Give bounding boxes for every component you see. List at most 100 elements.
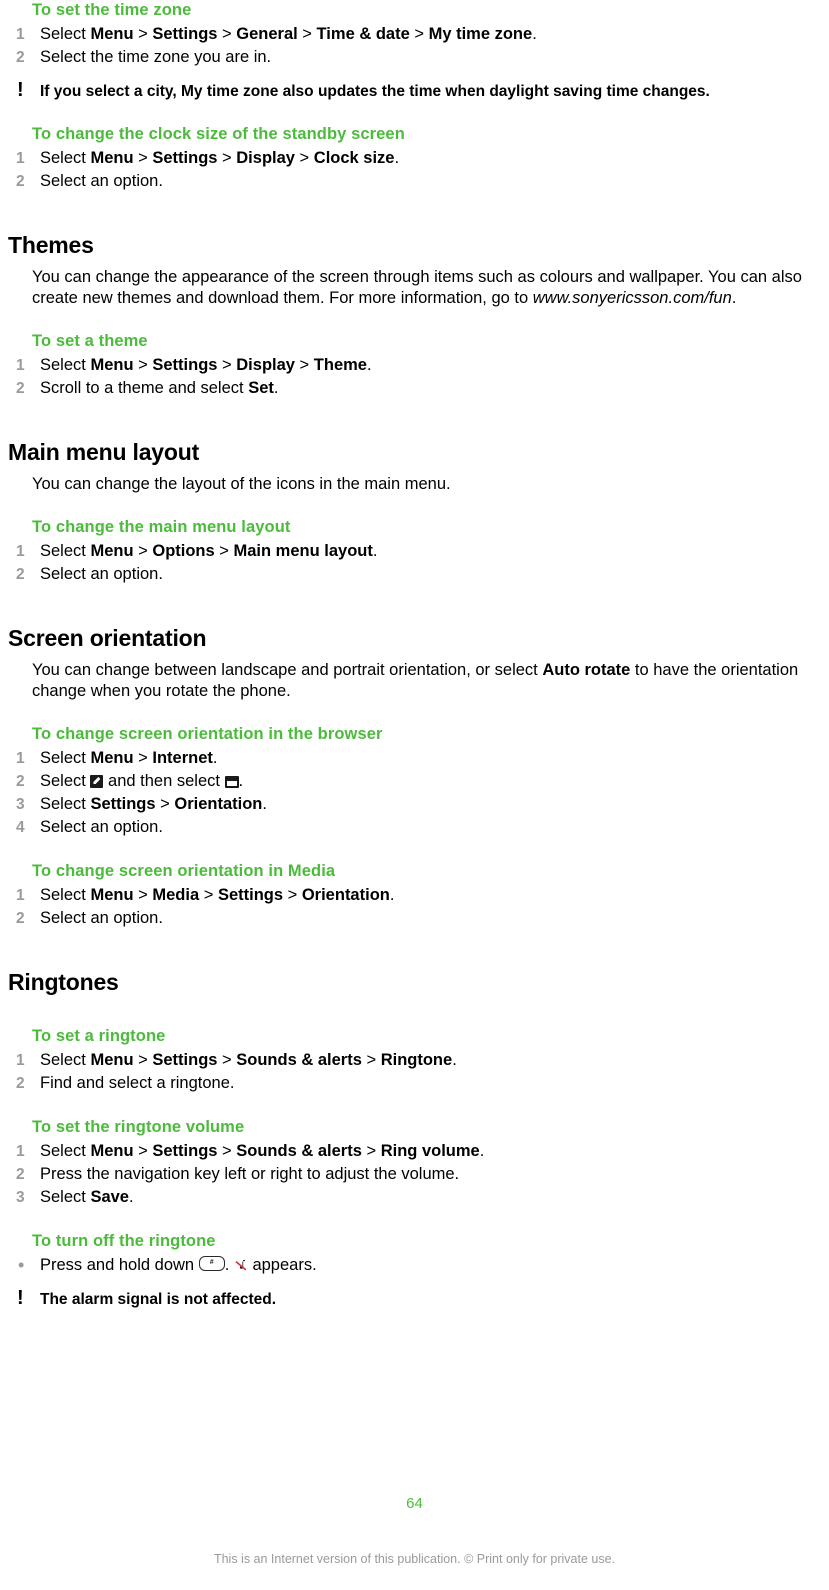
ui-term: Settings <box>152 356 218 374</box>
note-alarm-signal: ! The alarm signal is not affected. <box>8 1287 821 1310</box>
step-item: 1 Select Menu > Media > Settings > Orient… <box>8 884 821 907</box>
section-heading-themes: Themes <box>8 232 94 258</box>
ui-term: Options <box>152 542 215 560</box>
step-number: 2 <box>16 773 25 790</box>
procedure-time-zone: To set the time zone 1 Select Menu > Sett… <box>8 0 821 69</box>
step-item: 2 Select and then select . <box>8 770 821 793</box>
step-item: 2 Select an option. <box>8 563 821 586</box>
step-item: 1 Select Menu > Settings > Sounds & alert… <box>8 1140 821 1163</box>
ui-term: Settings <box>152 25 218 43</box>
step-text: Find and select a ringtone. <box>40 1074 235 1092</box>
ui-term: Main menu layout <box>233 542 373 560</box>
step-number: 1 <box>16 1052 25 1069</box>
procedure-title: To change screen orientation in Media <box>32 862 336 880</box>
ui-term: Time & date <box>316 25 410 43</box>
ui-term: Clock size <box>313 149 395 167</box>
ui-term: Menu <box>90 542 134 560</box>
procedure-orientation-browser: To change screen orientation in the brow… <box>8 724 821 839</box>
page-content: To set the time zone 1 Select Menu > Sett… <box>0 0 829 1310</box>
procedure-set-ringtone: To set a ringtone 1 Select Menu > Setting… <box>8 1026 821 1095</box>
step-text: Select Menu > Internet. <box>40 749 218 767</box>
view-page-icon <box>224 776 239 788</box>
step-item: 1 Select Menu > Settings > General > Time… <box>8 23 821 46</box>
step-number: 2 <box>16 1166 25 1183</box>
step-number: 1 <box>16 543 25 560</box>
step-item: 2 Select the time zone you are in. <box>8 46 821 69</box>
step-text: Select Menu > Settings > Display > Clock… <box>40 149 400 167</box>
procedure-title: To set the ringtone volume <box>32 1118 245 1136</box>
step-list-set-theme: 1 Select Menu > Settings > Display > Them… <box>8 354 821 400</box>
step-text: Select Settings > Orientation. <box>40 795 267 813</box>
step-number: 3 <box>16 1189 25 1206</box>
step-number: 2 <box>16 49 25 66</box>
step-text: Select the time zone you are in. <box>40 48 272 66</box>
step-item: • Press and hold down #. appears. <box>8 1254 821 1277</box>
ui-term: Save <box>90 1188 129 1206</box>
step-text: Select an option. <box>40 565 163 583</box>
step-number: 3 <box>16 796 25 813</box>
ui-term: Sounds & alerts <box>236 1142 362 1160</box>
step-item: 4 Select an option. <box>8 816 821 839</box>
step-list-set-ringtone: 1 Select Menu > Settings > Sounds & alert… <box>8 1049 821 1095</box>
ui-term: Settings <box>152 1142 218 1160</box>
ui-term: Ring volume <box>380 1142 480 1160</box>
exclamation-note-icon: ! <box>17 1287 24 1309</box>
procedure-orientation-media: To change screen orientation in Media 1S… <box>8 861 821 930</box>
step-item: 1 Select Menu > Options > Main menu layou… <box>8 540 821 563</box>
procedure-title: To set a ringtone <box>32 1027 166 1045</box>
step-text: Select Menu > Media > Settings > Orienta… <box>40 886 395 904</box>
step-item: 3 Select Save. <box>8 1186 821 1209</box>
procedure-clock-size: To change the clock size of the standby … <box>8 124 821 193</box>
ui-term: Display <box>236 356 295 374</box>
step-item: 1 Select Menu > Settings > Sounds & alert… <box>8 1049 821 1072</box>
step-item: 1 Select Menu > Settings > Display > Cloc… <box>8 147 821 170</box>
note-text: If you select a city, My time zone also … <box>40 83 710 100</box>
ui-term: Settings <box>217 886 284 904</box>
step-text: Press the navigation key left or right t… <box>40 1165 460 1183</box>
step-number: 2 <box>16 1075 25 1092</box>
step-item: 1 Select Menu > Settings > Display > Them… <box>8 354 821 377</box>
step-text: Select Menu > Options > Main menu layout… <box>40 542 378 560</box>
procedure-title: To set a theme <box>32 332 148 350</box>
step-item: 2 Scroll to a theme and select Set. <box>8 377 821 400</box>
ui-term: Menu <box>90 356 134 374</box>
procedure-title: To turn off the ringtone <box>32 1232 216 1250</box>
step-number: 1 <box>16 150 25 167</box>
paragraph-screen-orientation: You can change between landscape and por… <box>32 661 799 700</box>
ui-term: Internet <box>152 749 213 767</box>
procedure-title: To set the time zone <box>32 1 192 19</box>
ui-term: Media <box>152 886 200 904</box>
ui-term: Auto rotate <box>542 661 631 679</box>
note-time-zone: ! If you select a city, My time zone als… <box>8 79 821 102</box>
procedure-set-theme: To set a theme 1 Select Menu > Settings >… <box>8 331 821 400</box>
step-item: 1 Select Menu > Internet. <box>8 747 821 770</box>
procedure-title: To change screen orientation in the brow… <box>32 725 383 743</box>
url-text: www.sonyericsson.com/fun <box>532 289 732 307</box>
step-text: Select Menu > Settings > Sounds & alerts… <box>40 1051 457 1069</box>
ui-term: My time zone <box>428 25 533 43</box>
step-list-turn-off-ringtone: • Press and hold down #. appears. <box>8 1254 821 1277</box>
step-number: 1 <box>16 357 25 374</box>
step-text: Select Menu > Settings > Display > Theme… <box>40 356 372 374</box>
step-list-change-main-menu-layout: 1 Select Menu > Options > Main menu layou… <box>8 540 821 586</box>
ui-term: Ringtone <box>380 1051 453 1069</box>
ui-term: Menu <box>90 1051 134 1069</box>
step-number: 2 <box>16 380 25 397</box>
step-number: 2 <box>16 910 25 927</box>
ui-term: Menu <box>90 749 134 767</box>
ui-term: Orientation <box>301 886 390 904</box>
procedure-ringtone-volume: To set the ringtone volume 1 Select Menu … <box>8 1117 821 1209</box>
ui-term: Theme <box>313 356 367 374</box>
step-list-clock-size: 1 Select Menu > Settings > Display > Cloc… <box>8 147 821 193</box>
step-text: Select an option. <box>40 909 163 927</box>
footer-copyright-note: This is an Internet version of this publ… <box>213 1552 616 1566</box>
step-bullet: • <box>18 1255 25 1275</box>
paragraph-main-menu-layout: You can change the layout of the icons i… <box>32 475 451 493</box>
step-text: Select and then select . <box>40 772 244 790</box>
procedure-title: To change the clock size of the standby … <box>32 125 405 143</box>
step-number: 4 <box>16 819 25 836</box>
ui-term: Orientation <box>174 795 263 813</box>
step-item: 2 Select an option. <box>8 907 821 930</box>
step-item: 2 Find and select a ringtone. <box>8 1072 821 1095</box>
step-text: Scroll to a theme and select Set. <box>40 379 279 397</box>
